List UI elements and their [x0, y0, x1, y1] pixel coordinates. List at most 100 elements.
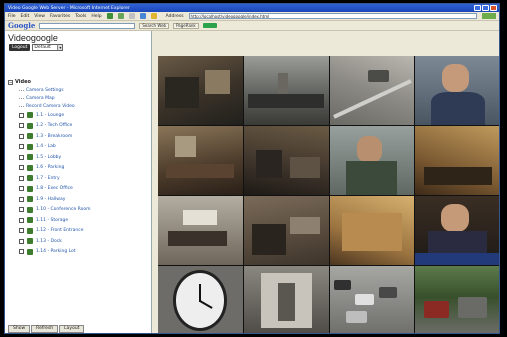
refresh-button[interactable]: Refresh: [31, 325, 59, 333]
camera-item[interactable]: 1.8 - Exec Office: [8, 184, 146, 195]
camera-item[interactable]: 1.1 - Lounge: [8, 110, 146, 121]
camera-icon: [27, 196, 33, 203]
camera-label: 1.2 - Tech Office: [36, 123, 73, 129]
menu-favorites[interactable]: Favorites: [50, 14, 70, 19]
layout-button[interactable]: Layout: [59, 325, 85, 333]
pagerank-indicator: PageRank: [173, 22, 199, 29]
camera-checkbox[interactable]: [19, 175, 24, 181]
camera-icon: [27, 248, 33, 255]
camera-item[interactable]: 1.3 - Breakroom: [8, 131, 146, 142]
camera-label: 1.3 - Breakroom: [36, 133, 73, 139]
menu-view[interactable]: View: [34, 14, 45, 19]
camera-checkbox[interactable]: [19, 123, 24, 129]
camera-item[interactable]: 1.12 - Front Entrance: [8, 226, 146, 237]
camera-checkbox[interactable]: [19, 186, 24, 192]
camera-checkbox[interactable]: [19, 133, 24, 139]
video-tile-office[interactable]: [158, 56, 243, 125]
forward-icon[interactable]: [117, 13, 124, 19]
camera-item[interactable]: 1.9 - Hallway: [8, 194, 146, 205]
video-tile-conference[interactable]: [158, 196, 243, 265]
camera-checkbox[interactable]: [19, 249, 24, 255]
camera-checkbox[interactable]: [19, 217, 24, 223]
chevron-down-icon[interactable]: ▾: [57, 45, 63, 50]
camera-item[interactable]: 1.11 - Storage: [8, 215, 146, 226]
refresh-icon[interactable]: [139, 13, 146, 19]
stop-icon[interactable]: [128, 13, 135, 19]
address-input[interactable]: http://localhost/videogoogle/index.html: [188, 13, 477, 19]
camera-label: 1.11 - Storage: [36, 217, 69, 223]
camera-label: 1.8 - Exec Office: [36, 186, 73, 192]
video-tile-hallway[interactable]: [415, 126, 499, 195]
search-web-button[interactable]: Search Web: [139, 22, 170, 29]
video-tile-newscast[interactable]: [415, 196, 499, 265]
profile-select[interactable]: Default ▾: [32, 44, 64, 51]
video-tile-workroom[interactable]: [243, 126, 329, 195]
camera-item[interactable]: 1.2 - Tech Office: [8, 121, 146, 132]
video-tile-clock[interactable]: [158, 266, 243, 333]
camera-tree: − Video Camera Settings Camera Map Recor…: [8, 78, 146, 257]
camera-icon: [27, 164, 33, 171]
title-bar: Video Google Web Server - Microsoft Inte…: [5, 4, 499, 12]
camera-item[interactable]: 1.4 - Lab: [8, 142, 146, 153]
address-label: Address: [165, 13, 184, 19]
camera-icon: [27, 238, 33, 245]
tree-root[interactable]: − Video: [8, 78, 146, 86]
video-tile-dock[interactable]: [243, 266, 329, 333]
menu-file[interactable]: File: [8, 14, 16, 19]
video-tile-front-entrance[interactable]: [329, 196, 415, 265]
camera-checkbox[interactable]: [19, 112, 24, 118]
minimize-button[interactable]: [474, 5, 481, 11]
camera-icon: [27, 133, 33, 140]
camera-icon: [27, 122, 33, 129]
camera-item[interactable]: 1.13 - Dock: [8, 236, 146, 247]
tree-link[interactable]: Record Camera Video: [8, 102, 146, 110]
camera-item[interactable]: 1.10 - Conference Room: [8, 205, 146, 216]
video-tile-lab[interactable]: [158, 126, 243, 195]
google-toolbar: Google Search Web PageRank: [5, 21, 499, 31]
menu-help[interactable]: Help: [91, 14, 101, 19]
camera-item[interactable]: 1.5 - Lobby: [8, 152, 146, 163]
tree-link[interactable]: Camera Map: [8, 94, 146, 102]
camera-checkbox[interactable]: [19, 154, 24, 160]
camera-label: 1.4 - Lab: [36, 144, 56, 150]
camera-item[interactable]: 1.14 - Parking Lot: [8, 247, 146, 258]
camera-label: 1.7 - Entry: [36, 175, 60, 181]
camera-item[interactable]: 1.6 - Parking: [8, 163, 146, 174]
brand-title: Videogoogle: [8, 33, 58, 43]
video-tile-storage[interactable]: [243, 196, 329, 265]
camera-icon: [27, 185, 33, 192]
camera-panel: Videogoogle Logout Default ▾ − Video Cam…: [5, 31, 152, 333]
close-button[interactable]: [490, 5, 497, 11]
menu-bar: File Edit View Favorites Tools Help Addr…: [5, 12, 499, 21]
menu-edit[interactable]: Edit: [21, 14, 30, 19]
camera-label: 1.14 - Parking Lot: [36, 249, 76, 255]
camera-icon: [27, 154, 33, 161]
camera-checkbox[interactable]: [19, 238, 24, 244]
go-button[interactable]: [482, 13, 496, 19]
home-icon[interactable]: [150, 13, 157, 19]
video-tile-street[interactable]: [415, 266, 499, 333]
camera-checkbox[interactable]: [19, 196, 24, 202]
video-tile-parking-lot[interactable]: [329, 266, 415, 333]
video-tile-parking[interactable]: [329, 56, 415, 125]
tree-link[interactable]: Camera Settings: [8, 86, 146, 94]
camera-checkbox[interactable]: [19, 165, 24, 171]
video-tile-lobby[interactable]: [243, 56, 329, 125]
back-icon[interactable]: [106, 13, 113, 19]
collapse-icon[interactable]: −: [8, 79, 13, 85]
camera-checkbox[interactable]: [19, 207, 24, 213]
camera-item[interactable]: 1.7 - Entry: [8, 173, 146, 184]
camera-icon: [27, 175, 33, 182]
show-button[interactable]: Show: [8, 325, 31, 333]
camera-checkbox[interactable]: [19, 144, 24, 150]
video-tile-person-desk[interactable]: [329, 126, 415, 195]
camera-checkbox[interactable]: [19, 228, 24, 234]
video-grid: [158, 56, 499, 333]
clock-icon: [173, 270, 228, 331]
menu-tools[interactable]: Tools: [75, 14, 86, 19]
maximize-button[interactable]: [482, 5, 489, 11]
video-tile-person-headset[interactable]: [415, 56, 499, 125]
camera-icon: [27, 112, 33, 119]
logout-button[interactable]: Logout: [9, 44, 31, 51]
google-search-input[interactable]: [39, 22, 136, 29]
